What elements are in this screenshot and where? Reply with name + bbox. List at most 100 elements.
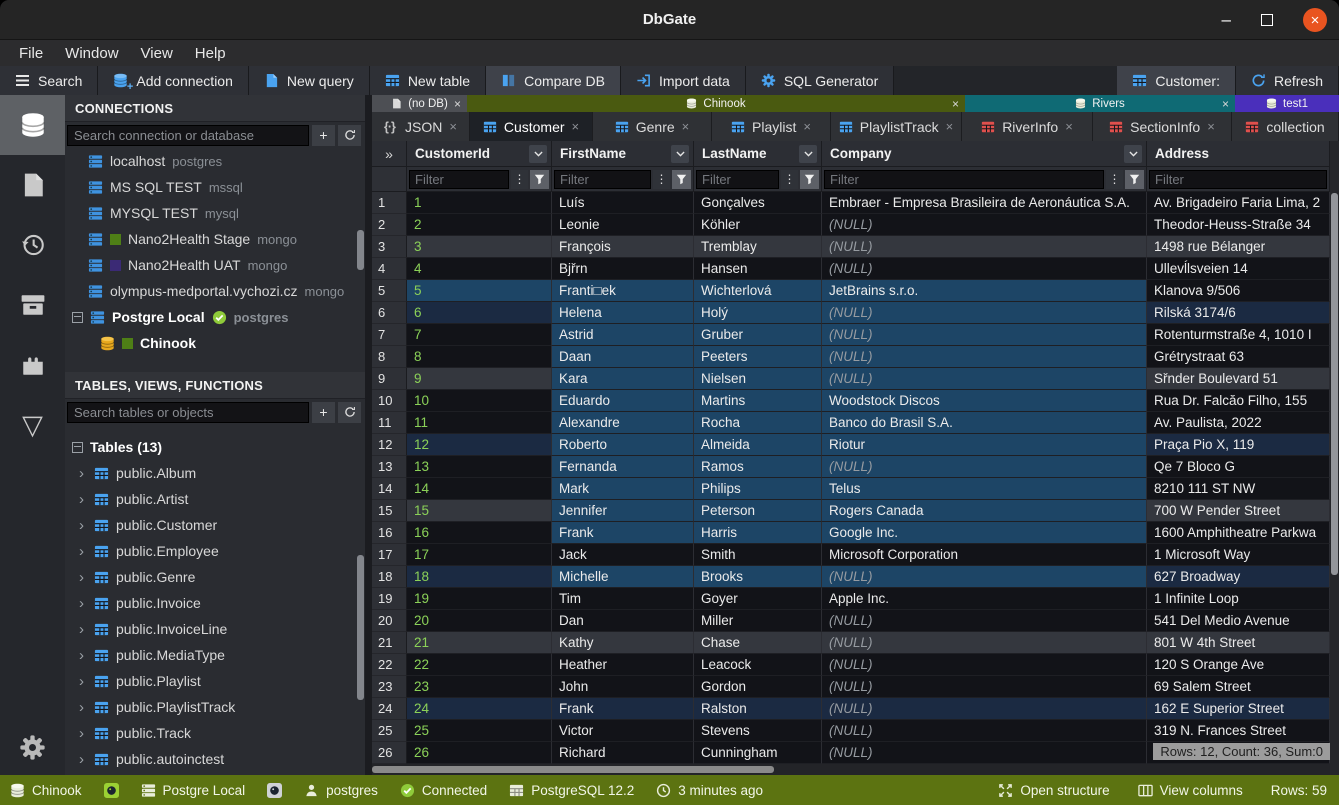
grid-cell[interactable]: Chase [694,632,822,654]
grid-cell[interactable]: 8 [407,346,552,368]
grid-cell[interactable]: Heather [552,654,694,676]
grid-cell[interactable]: 4 [407,258,552,280]
grid-cell[interactable]: 21 [407,632,552,654]
horizontal-scrollbar-thumb[interactable] [372,766,774,773]
grid-cell[interactable]: (NULL) [822,720,1147,742]
tables-refresh-button[interactable] [338,402,361,423]
grid-cell[interactable]: Sřnder Boulevard 51 [1147,368,1330,390]
filter-input-lastname[interactable] [696,170,779,189]
grid-cell[interactable]: (NULL) [822,456,1147,478]
grid-cell[interactable]: Nielsen [694,368,822,390]
grid-cell[interactable]: 120 S Orange Ave [1147,654,1330,676]
grid-cell[interactable]: Mark [552,478,694,500]
grid-cell[interactable]: Klanova 9/506 [1147,280,1330,302]
tab-group-close-icon[interactable]: × [1222,97,1229,111]
column-dropdown-button[interactable] [671,145,689,163]
grid-cell[interactable]: 1600 Amphitheatre Parkwa [1147,522,1330,544]
collapse-toggle-icon[interactable] [72,312,83,323]
filter-menu-button[interactable]: ⋮ [1106,170,1123,189]
table-item-public-invoice[interactable]: ›public.Invoice [65,590,365,616]
column-dropdown-button[interactable] [529,145,547,163]
grid-cell[interactable]: Daan [552,346,694,368]
status-item-rows-59[interactable]: Rows: 59 [1271,783,1327,798]
grid-cell[interactable]: Peterson [694,500,822,522]
grid-cell[interactable]: Hansen [694,258,822,280]
grid-cell[interactable]: Grétrystraat 63 [1147,346,1330,368]
grid-cell[interactable]: Jack [552,544,694,566]
chevron-right-icon[interactable]: › [79,699,87,716]
grid-cell[interactable]: Rotenturmstraße 4, 1010 I [1147,324,1330,346]
menu-item-view[interactable]: View [130,45,184,62]
grid-cell[interactable]: Embraer - Empresa Brasileira de Aeronáut… [822,192,1147,214]
grid-cell[interactable]: Tim [552,588,694,610]
grid-cell[interactable]: 1 Infinite Loop [1147,588,1330,610]
grid-cell[interactable]: 6 [407,302,552,324]
grid-cell[interactable]: 2 [407,214,552,236]
filter-input-address[interactable] [1149,170,1327,189]
rail-item-settings[interactable] [0,725,65,769]
tab-close-icon[interactable]: × [1065,119,1073,134]
grid-cell[interactable]: Wichterlová [694,280,822,302]
rail-item-plugin[interactable] [0,335,65,395]
menu-item-window[interactable]: Window [54,45,129,62]
table-item-public-playlisttrack[interactable]: ›public.PlaylistTrack [65,694,365,720]
tab-collection[interactable]: collection [1232,112,1339,141]
grid-cell[interactable]: 23 [407,676,552,698]
filter-input-firstname[interactable] [554,170,651,189]
grid-cell[interactable]: 700 W Pender Street [1147,500,1330,522]
tab-playlist[interactable]: Playlist× [712,112,831,141]
grid-cell[interactable]: 22 [407,654,552,676]
table-item-public-genre[interactable]: ›public.Genre [65,564,365,590]
grid-cell[interactable]: Gruber [694,324,822,346]
grid-cell[interactable]: 24 [407,698,552,720]
status-item-3-minutes-ago[interactable]: 3 minutes ago [656,783,763,798]
grid-cell[interactable]: John [552,676,694,698]
grid-cell[interactable]: Rilská 3174/6 [1147,302,1330,324]
chevron-right-icon[interactable]: › [79,647,87,664]
grid-expand-button[interactable]: » [372,141,407,167]
connection-item-nano2health-stage[interactable]: Nano2Health Stagemongo [65,226,365,252]
collapse-toggle-icon[interactable] [72,442,83,453]
connections-refresh-button[interactable] [338,125,361,146]
grid-cell[interactable]: 17 [407,544,552,566]
chevron-right-icon[interactable]: › [79,491,87,508]
grid-cell[interactable]: 11 [407,412,552,434]
grid-cell[interactable]: 16 [407,522,552,544]
grid-cell[interactable]: Alexandre [552,412,694,434]
tab-group-chinook[interactable]: Chinook× [467,95,965,112]
grid-cell[interactable]: Apple Inc. [822,588,1147,610]
tab-group-close-icon[interactable]: × [952,97,959,111]
grid-cell[interactable]: (NULL) [822,654,1147,676]
grid-cell[interactable]: Leacock [694,654,822,676]
tab-close-icon[interactable]: × [946,119,954,134]
status-item-chinook[interactable]: Chinook [10,783,82,798]
grid-cell[interactable]: 13 [407,456,552,478]
status-item-badge-green[interactable] [104,783,119,798]
connections-search-input[interactable] [67,125,309,146]
tab-close-icon[interactable]: × [682,119,690,134]
grid-cell[interactable]: Richard [552,742,694,764]
grid-cell[interactable]: Tremblay [694,236,822,258]
toolbar-button-compare-db[interactable]: Compare DB [486,66,621,95]
tab-group-close-icon[interactable]: × [454,97,461,111]
grid-cell[interactable]: Av. Paulista, 2022 [1147,412,1330,434]
chevron-right-icon[interactable]: › [79,595,87,612]
grid-cell[interactable]: 19 [407,588,552,610]
grid-cell[interactable]: 25 [407,720,552,742]
status-item-postgresql-12-2[interactable]: PostgreSQL 12.2 [509,783,634,798]
grid-column-header-company[interactable]: Company [822,141,1147,167]
grid-column-header-firstname[interactable]: FirstName [552,141,694,167]
table-item-public-autoinctest[interactable]: ›public.autoinctest [65,746,365,772]
grid-cell[interactable]: 10 [407,390,552,412]
column-dropdown-button[interactable] [1124,145,1142,163]
grid-cell[interactable]: Woodstock Discos [822,390,1147,412]
grid-cell[interactable]: Holý [694,302,822,324]
grid-cell[interactable]: 1498 rue Bélanger [1147,236,1330,258]
toolbar-button-add-connection[interactable]: +Add connection [98,66,249,95]
grid-cell[interactable]: Harris [694,522,822,544]
grid-cell[interactable]: Dan [552,610,694,632]
grid-column-header-customerid[interactable]: CustomerId [407,141,552,167]
table-item-public-album[interactable]: ›public.Album [65,460,365,486]
table-item-public-playlist[interactable]: ›public.Playlist [65,668,365,694]
table-item-public-artist[interactable]: ›public.Artist [65,486,365,512]
